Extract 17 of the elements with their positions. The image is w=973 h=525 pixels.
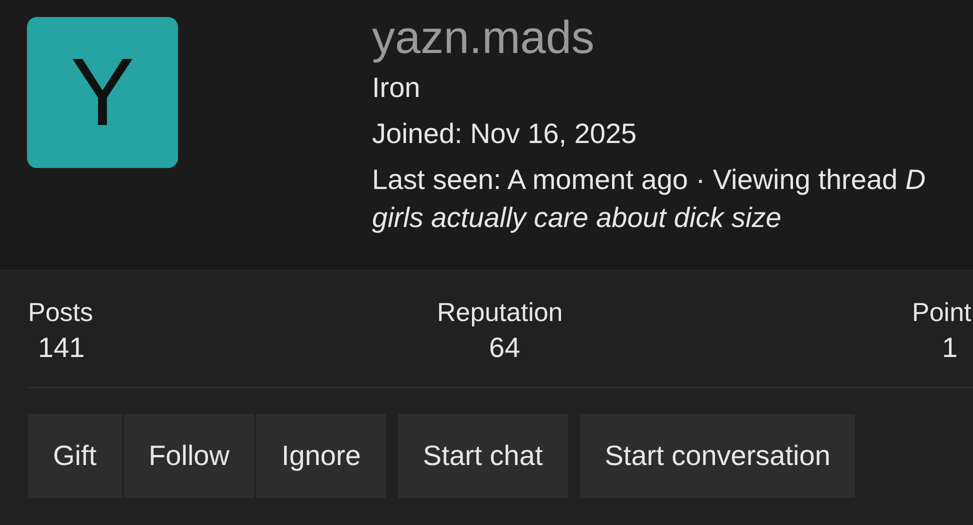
action-button[interactable]: Start conversation <box>580 414 856 498</box>
rank-label: Iron <box>372 71 422 105</box>
stat-value: 1 <box>941 332 959 364</box>
username: yazn.mads <box>372 10 596 65</box>
stat-label: Point <box>912 297 972 328</box>
avatar: Y <box>27 17 178 168</box>
stat-value: 64 <box>488 332 522 364</box>
joined-date: Joined: Nov 16, 2025 <box>372 117 638 151</box>
last-seen-text: Last seen: A moment ago · Viewing thread D <box>372 163 926 197</box>
stat-label: Posts <box>28 297 94 328</box>
thread-title: girls actually care about dick size <box>372 201 782 235</box>
action-button[interactable]: Follow <box>124 414 254 498</box>
stat-label: Reputation <box>437 297 564 328</box>
action-button[interactable]: Ignore <box>256 414 386 498</box>
action-button[interactable]: Start chat <box>398 414 568 498</box>
action-button[interactable]: Gift <box>28 414 122 498</box>
stat-value: 141 <box>37 332 86 364</box>
